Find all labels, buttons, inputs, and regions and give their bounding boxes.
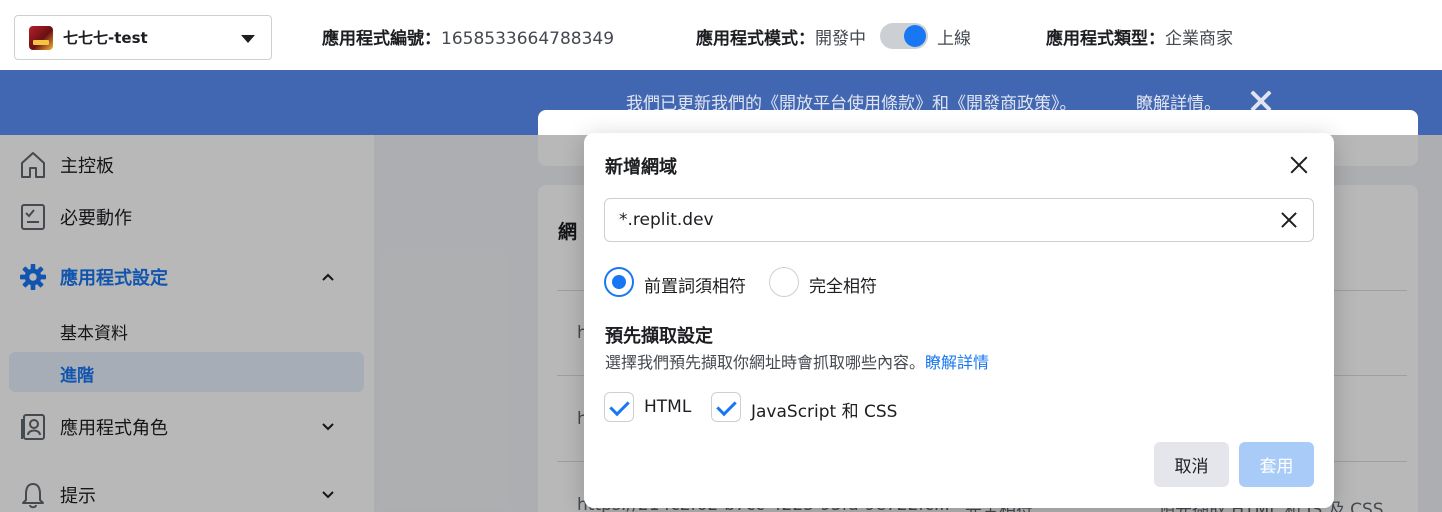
cancel-button[interactable]: 取消 [1154,442,1229,487]
dialog-title: 新增網域 [605,157,677,178]
radio-exact-match-label[interactable]: 完全相符 [809,272,877,297]
app-selector[interactable]: 七七七-test [14,15,272,60]
toggle-knob [904,25,926,47]
prefetch-settings-description: 選擇我們預先擷取你網址時會抓取哪些內容。瞭解詳情 [605,349,989,373]
app-id: 應用程式編號：1658533664788349 [322,24,614,49]
apply-button[interactable]: 套用 [1239,442,1314,487]
prefetch-learn-more-link[interactable]: 瞭解詳情 [925,353,989,372]
app-mode-live: 上線 [937,29,971,49]
app-id-label: 應用程式編號： [322,29,441,49]
prefetch-settings-title: 預先擷取設定 [605,326,713,347]
app-mode: 應用程式模式：開發中 [696,24,866,49]
checkbox-js-css[interactable] [711,392,741,422]
checkbox-html[interactable] [604,392,634,422]
radio-exact-match[interactable] [769,267,799,297]
add-domain-dialog: 新增網域 前置詞須相符 完全相符 預先擷取設定 選擇我們預先擷取你網址時會抓取哪… [584,133,1334,508]
app-logo-icon [29,25,53,50]
app-mode-toggle[interactable] [880,23,928,49]
close-icon[interactable] [1287,153,1311,177]
app-type: 應用程式類型：企業商家 [1046,24,1233,49]
app-name: 七七七-test [63,29,148,47]
top-bar: 七七七-test 應用程式編號：1658533664788349 應用程式模式：… [0,0,1442,70]
caret-down-icon [241,35,255,43]
radio-prefix-match[interactable] [604,267,634,297]
app-type-label: 應用程式類型： [1046,29,1165,49]
app-mode-dev: 開發中 [815,29,866,49]
radio-prefix-match-label[interactable]: 前置詞須相符 [644,272,746,297]
clear-input-icon[interactable] [1277,208,1301,232]
prefetch-description-text: 選擇我們預先擷取你網址時會抓取哪些內容。 [605,353,926,372]
app-id-value: 1658533664788349 [441,29,615,49]
checkbox-js-css-label[interactable]: JavaScript 和 CSS [751,397,897,422]
app-type-value: 企業商家 [1165,29,1233,49]
app-mode-label: 應用程式模式： [696,29,815,49]
domain-input[interactable] [604,198,1314,242]
checkbox-html-label[interactable]: HTML [644,397,691,417]
